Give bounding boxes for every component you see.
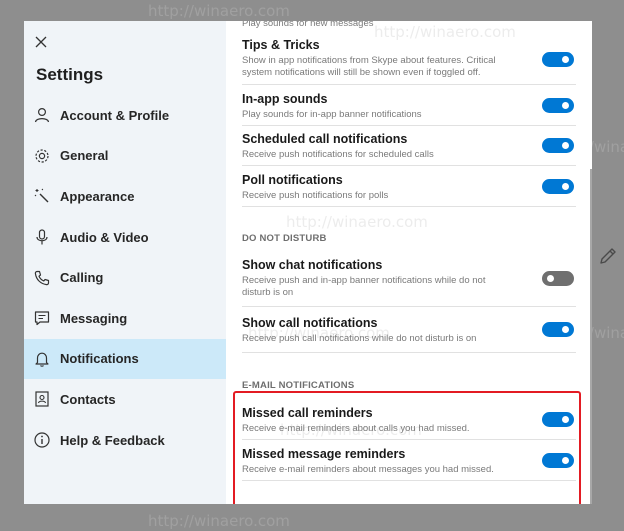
setting-title: Show call notifications xyxy=(242,316,378,330)
nav-label: Help & Feedback xyxy=(60,432,165,448)
in-app-sounds-toggle[interactable] xyxy=(542,98,574,113)
scrollbar[interactable] xyxy=(590,169,592,504)
setting-description: Receive push call notifications while do… xyxy=(242,333,477,344)
setting-description: Receive push and in-app banner notificat… xyxy=(242,275,486,298)
nav-label: Audio & Video xyxy=(60,229,149,245)
settings-sidebar: Settings Account & Profile General Appea… xyxy=(24,21,226,504)
tips-tricks-toggle[interactable] xyxy=(542,52,574,67)
setting-description: Show in app notifications from Skype abo… xyxy=(242,55,496,78)
settings-title: Settings xyxy=(36,65,104,84)
scheduled-call-toggle[interactable] xyxy=(542,138,574,153)
bell-icon xyxy=(33,350,51,368)
section-header-do-not-disturb: DO NOT DISTURB xyxy=(242,233,327,244)
nav-label: Calling xyxy=(60,270,104,286)
magic-wand-icon xyxy=(33,187,51,205)
nav-item-calling[interactable]: Calling xyxy=(24,257,226,298)
partial-description: Play sounds for new messages xyxy=(242,21,374,29)
watermark: http://winaero.com xyxy=(148,512,290,530)
close-icon[interactable] xyxy=(33,34,49,50)
nav-item-appearance[interactable]: Appearance xyxy=(24,176,226,217)
setting-description: Play sounds for in-app banner notificati… xyxy=(242,109,422,120)
nav-item-messaging[interactable]: Messaging xyxy=(24,298,226,339)
nav-label: Contacts xyxy=(60,391,116,407)
nav-label: Account & Profile xyxy=(60,107,170,123)
nav-item-contacts[interactable]: Contacts xyxy=(24,379,226,420)
info-icon xyxy=(33,431,51,449)
nav-item-account-profile[interactable]: Account & Profile xyxy=(24,95,226,136)
nav-item-general[interactable]: General xyxy=(24,136,226,177)
contacts-icon xyxy=(33,390,51,408)
phone-icon xyxy=(33,269,51,287)
setting-row-poll: Poll notifications Receive push notifica… xyxy=(242,172,576,207)
person-icon xyxy=(33,106,51,124)
email-notifications-highlight xyxy=(233,391,581,504)
setting-description: Receive push notifications for scheduled… xyxy=(242,149,434,160)
watermark: http://winaero.com xyxy=(148,2,290,20)
poll-toggle[interactable] xyxy=(542,179,574,194)
pencil-icon xyxy=(600,248,616,264)
microphone-icon xyxy=(33,228,51,246)
message-icon xyxy=(33,309,51,327)
setting-row-tips-tricks: Tips & Tricks Show in app notifications … xyxy=(242,37,576,85)
setting-title: Poll notifications xyxy=(242,173,343,187)
setting-row-show-call: Show call notifications Receive push cal… xyxy=(242,315,576,353)
setting-title: Scheduled call notifications xyxy=(242,132,408,146)
setting-title: Tips & Tricks xyxy=(242,38,320,52)
nav-item-notifications[interactable]: Notifications xyxy=(24,338,226,380)
nav-label: Appearance xyxy=(60,188,135,204)
setting-row-in-app-sounds: In-app sounds Play sounds for in-app ban… xyxy=(242,91,576,126)
setting-row-show-chat: Show chat notifications Receive push and… xyxy=(242,257,576,307)
show-chat-toggle[interactable] xyxy=(542,271,574,286)
nav-item-audio-video[interactable]: Audio & Video xyxy=(24,217,226,258)
setting-row-scheduled-call: Scheduled call notifications Receive pus… xyxy=(242,131,576,166)
setting-title: In-app sounds xyxy=(242,92,328,106)
nav-label: Messaging xyxy=(60,310,128,326)
show-call-toggle[interactable] xyxy=(542,322,574,337)
nav-label: Notifications xyxy=(60,351,139,367)
gear-icon xyxy=(33,147,51,165)
setting-description: Receive push notifications for polls xyxy=(242,190,389,201)
nav-item-help-feedback[interactable]: Help & Feedback xyxy=(24,420,226,461)
nav-label: General xyxy=(60,148,109,164)
setting-title: Show chat notifications xyxy=(242,258,383,272)
section-header-email: E-MAIL NOTIFICATIONS xyxy=(242,380,355,391)
settings-dialog: Settings Account & Profile General Appea… xyxy=(24,21,592,504)
watermark: http://winaero.com xyxy=(286,213,428,231)
settings-nav: Account & Profile General Appearance Aud… xyxy=(24,95,226,460)
